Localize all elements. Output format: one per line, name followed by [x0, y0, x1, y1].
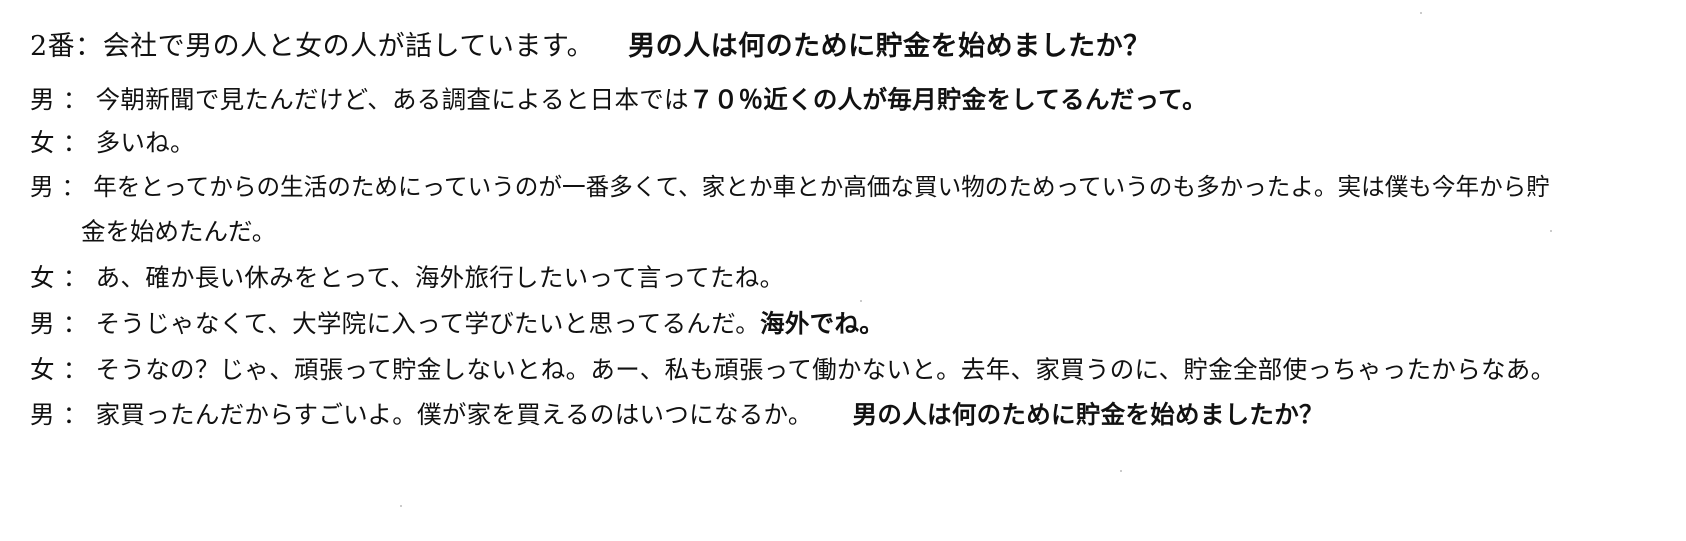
line-text: 多いね。	[95, 128, 195, 157]
situation-text: 会社で男の人と女の人が話しています。	[102, 31, 595, 62]
line-text: そうなの？じゃ、頑張って貯金しないとね。あー、私も頑張って働かないと。去年、家買…	[95, 355, 1556, 384]
closing-question: 男の人は何のために貯金を始めましたか？	[852, 400, 1324, 429]
dialogue-line-6: 女：そうなの？じゃ、頑張って貯金しないとね。あー、私も頑張って働かないと。去年、…	[30, 351, 1555, 386]
speaker-label: 女	[30, 128, 55, 157]
dialogue-line-7: 男：家買ったんだからすごいよ。僕が家を買えるのはいつになるか。 男の人は何のために…	[30, 396, 1324, 431]
speaker-label: 男	[30, 173, 54, 201]
speaker-separator: ：	[62, 400, 88, 429]
speaker-label: 女	[30, 355, 55, 384]
question-title: 2番：会社で男の人と女の人が話しています。 男の人は何のために貯金を始めましたか？	[30, 24, 1151, 63]
dialogue-line-3-continuation: 金を始めたんだ。	[81, 217, 277, 246]
line-bold-text: 海外でね。	[760, 309, 885, 338]
question-number: 2番：	[30, 31, 103, 62]
scan-speck	[400, 505, 402, 507]
dialogue-line-3: 男：年をとってからの生活のためにっていうのが一番多くて、家とか車とか高価な買い物…	[30, 168, 1550, 202]
scan-speck	[1120, 470, 1122, 472]
dialogue-line-4: 女：あ、確か長い休みをとって、海外旅行したいって言ってたね。	[30, 259, 784, 294]
line-bold-text: ７０％近くの人が毎月貯金をしてるんだって。	[688, 85, 1207, 114]
question-text: 男の人は何のために貯金を始めましたか？	[628, 31, 1151, 62]
line-text: あ、確か長い休みをとって、海外旅行したいって言ってたね。	[95, 263, 785, 292]
speaker-separator: ：	[62, 355, 88, 384]
dialogue-line-2: 女：多いね。	[30, 124, 195, 159]
speaker-separator: ：	[62, 263, 88, 292]
dialogue-line-5: 男：そうじゃなくて、大学院に入って学びたいと思ってるんだ。海外でね。	[30, 305, 884, 340]
line-text: そうじゃなくて、大学院に入って学びたいと思ってるんだ。	[95, 309, 761, 338]
line-text: 家買ったんだからすごいよ。僕が家を買えるのはいつになるか。	[95, 400, 813, 429]
scan-speck	[860, 300, 862, 302]
transcript-page: 2番：会社で男の人と女の人が話しています。 男の人は何のために貯金を始めましたか？…	[0, 0, 1686, 541]
line-text: 年をとってからの生活のためにっていうのが一番多くて、家とか車とか高価な買い物のた…	[93, 173, 1550, 201]
speaker-separator: ：	[61, 173, 86, 201]
scan-speck	[1420, 12, 1422, 14]
dialogue-line-1: 男：今朝新聞で見たんだけど、ある調査によると日本では７０％近くの人が毎月貯金をし…	[30, 81, 1207, 116]
speaker-separator: ：	[62, 128, 88, 157]
speaker-label: 男	[30, 85, 55, 114]
speaker-label: 男	[30, 400, 55, 429]
speaker-separator: ：	[62, 85, 88, 114]
speaker-label: 女	[30, 263, 55, 292]
scan-speck	[1550, 230, 1552, 232]
line-text: 今朝新聞で見たんだけど、ある調査によると日本では	[95, 85, 689, 114]
speaker-label: 男	[30, 309, 55, 338]
speaker-separator: ：	[62, 309, 88, 338]
